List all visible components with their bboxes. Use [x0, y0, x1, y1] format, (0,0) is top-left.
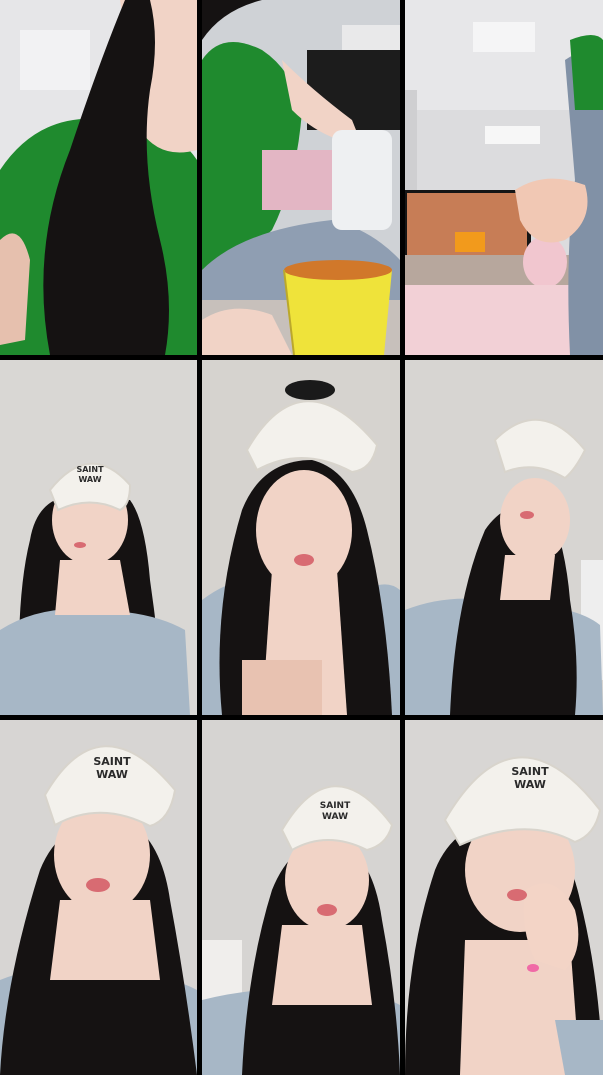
- video-tile-3[interactable]: [405, 0, 603, 355]
- svg-text:WAW: WAW: [322, 812, 348, 822]
- cap-logo-text: SAINT: [76, 465, 104, 474]
- cap-logo-text: SAINT: [511, 765, 549, 778]
- video-tile-1[interactable]: [0, 0, 197, 355]
- video-tile-5[interactable]: [202, 360, 400, 715]
- video-tile-9[interactable]: SAINT WAW: [405, 720, 603, 1075]
- video-grid: SAINT WAW SAINT WAW SAINT WAW SAINT WAW: [0, 0, 603, 1075]
- svg-text:WAW: WAW: [96, 768, 128, 781]
- cap-logo-text: SAINT: [93, 755, 131, 768]
- video-tile-8[interactable]: SAINT WAW: [202, 720, 400, 1075]
- video-tile-6[interactable]: [405, 360, 603, 715]
- svg-text:WAW: WAW: [78, 475, 101, 484]
- video-tile-2[interactable]: [202, 0, 400, 355]
- video-tile-4[interactable]: SAINT WAW: [0, 360, 197, 715]
- video-tile-7[interactable]: SAINT WAW: [0, 720, 197, 1075]
- svg-text:WAW: WAW: [514, 778, 546, 791]
- cap-logo-text: SAINT: [320, 801, 351, 811]
